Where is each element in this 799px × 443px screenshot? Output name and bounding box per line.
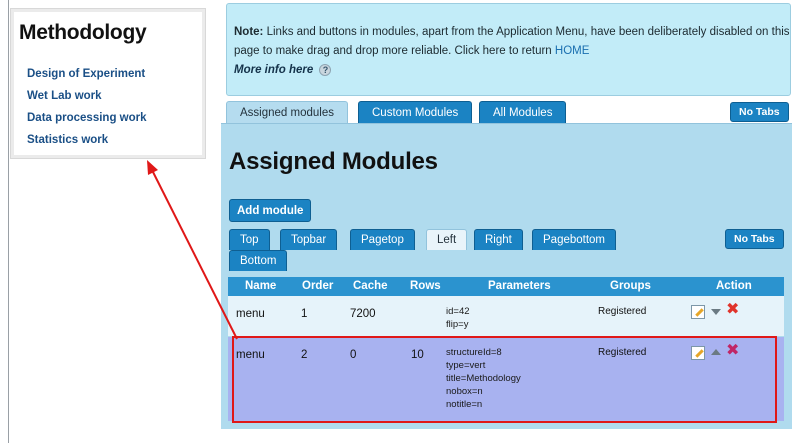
link-wet-lab-work[interactable]: Wet Lab work xyxy=(27,89,147,111)
cell-groups: Registered xyxy=(598,306,647,317)
col-parameters: Parameters xyxy=(488,280,551,292)
table-header: Name Order Cache Rows Parameters Groups … xyxy=(228,277,784,296)
edit-icon[interactable] xyxy=(691,305,705,319)
cell-order: 1 xyxy=(301,308,308,320)
cell-parameters: id=42 flip=y xyxy=(446,305,470,331)
note-text: Links and buttons in modules, apart from… xyxy=(234,26,790,57)
cell-cache: 7200 xyxy=(350,308,376,320)
more-info-link[interactable]: More info here xyxy=(234,64,313,76)
methodology-title: Methodology xyxy=(19,21,147,44)
param-line: id=42 xyxy=(446,306,470,317)
tab-all-modules[interactable]: All Modules xyxy=(479,101,567,123)
link-statistics-work[interactable]: Statistics work xyxy=(27,133,147,155)
tab-right[interactable]: Right xyxy=(474,229,523,250)
col-cache: Cache xyxy=(353,280,388,292)
arrow-head xyxy=(147,160,158,175)
tab-pagetop[interactable]: Pagetop xyxy=(350,229,415,250)
tab-custom-modules[interactable]: Custom Modules xyxy=(358,101,473,123)
page-title: Assigned Modules xyxy=(229,148,438,175)
tab-bottom[interactable]: Bottom xyxy=(229,250,288,271)
tab-topbar[interactable]: Topbar xyxy=(280,229,338,250)
cell-name: menu xyxy=(236,308,265,320)
note-label: Note: xyxy=(234,26,264,38)
tab-assigned-modules[interactable]: Assigned modules xyxy=(226,101,348,123)
home-link[interactable]: HOME xyxy=(555,45,590,57)
add-module-button[interactable]: Add module xyxy=(229,199,312,222)
table-row[interactable]: menu 1 7200 id=42 flip=y Registered ✖ xyxy=(228,296,784,336)
link-data-processing-work[interactable]: Data processing work xyxy=(27,111,147,133)
window-edge xyxy=(8,0,9,443)
col-action: Action xyxy=(716,280,752,292)
col-order: Order xyxy=(302,280,334,292)
help-icon[interactable]: ? xyxy=(319,63,332,76)
methodology-links: Design of Experiment Wet Lab work Data p… xyxy=(27,67,147,155)
delete-icon[interactable]: ✖ xyxy=(726,302,739,318)
tab-left[interactable]: Left xyxy=(426,229,468,250)
param-line: flip=y xyxy=(446,319,469,330)
col-name: Name xyxy=(245,280,277,292)
note-box: Note: Links and buttons in modules, apar… xyxy=(226,3,791,96)
tab-pagebottom[interactable]: Pagebottom xyxy=(532,229,617,250)
tab-top[interactable]: Top xyxy=(229,229,270,250)
col-rows: Rows xyxy=(410,280,441,292)
panel-footer xyxy=(221,428,792,443)
no-tabs-button[interactable]: No Tabs xyxy=(725,229,784,249)
highlight-box xyxy=(232,336,777,423)
no-tabs-button-top[interactable]: No Tabs xyxy=(730,102,789,122)
col-groups: Groups xyxy=(610,280,651,292)
link-design-of-experiment[interactable]: Design of Experiment xyxy=(27,67,147,89)
move-down-icon[interactable] xyxy=(711,309,721,315)
